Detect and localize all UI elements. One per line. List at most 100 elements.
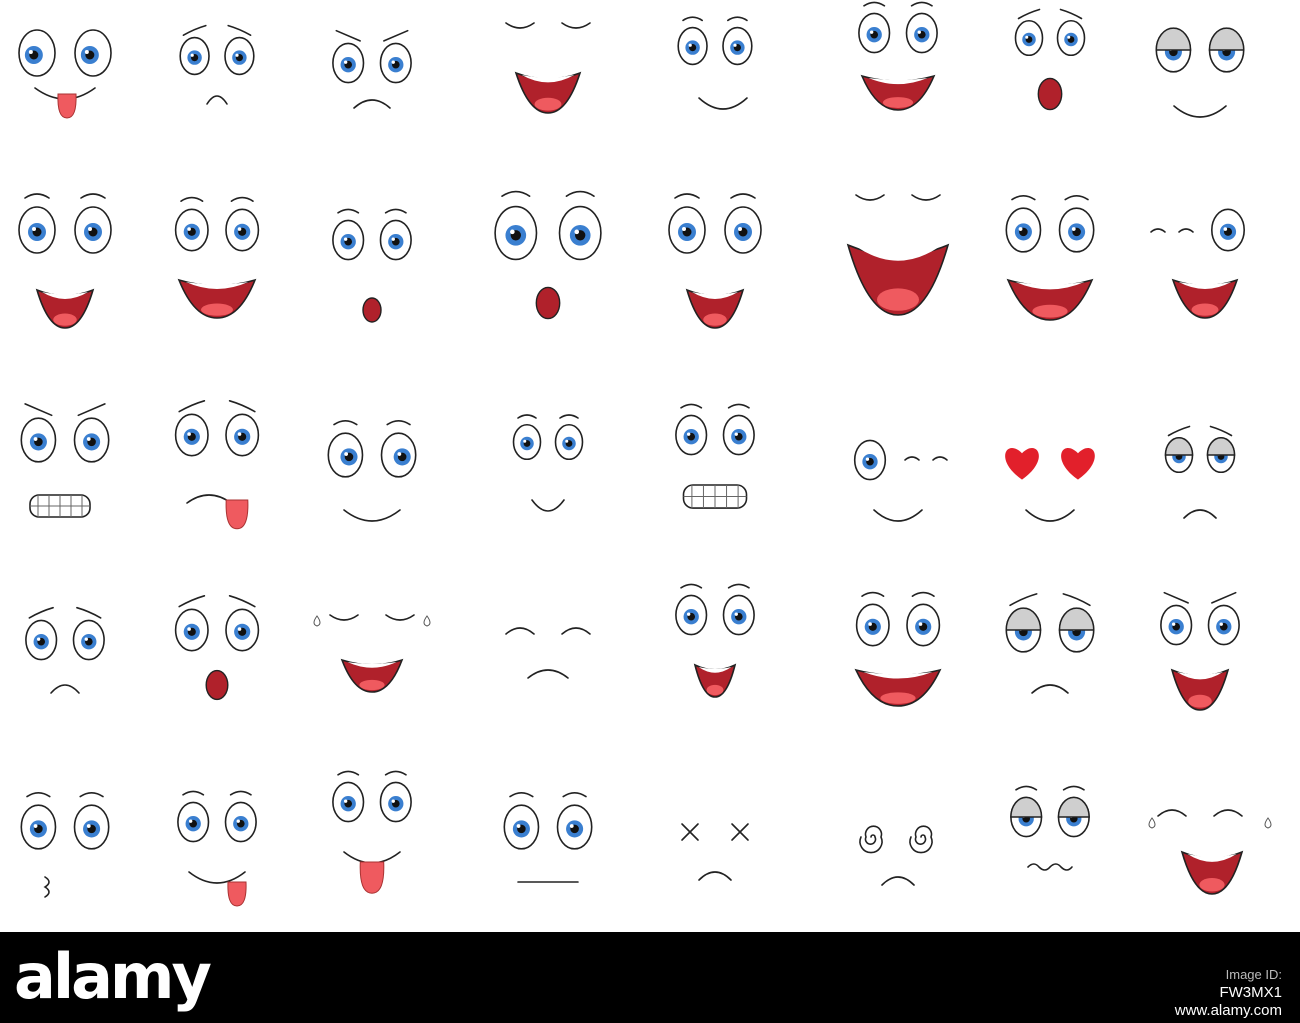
eye-shine [391,799,395,803]
eye-shine [1025,35,1029,39]
face-kissy [20,792,110,898]
left-brow [28,606,54,619]
eye-shine [869,30,874,34]
right-brow [386,420,411,426]
right-brow [384,208,407,214]
frown-line [50,684,80,694]
smile-line [1173,105,1227,118]
face-big-grin [1005,195,1095,321]
left-brow [509,792,534,798]
eye-shine [343,237,348,241]
right-brow [727,16,748,22]
eye-shine [236,819,240,823]
tear-drop [423,615,431,627]
eyelid [1206,437,1236,456]
kiss-lips [43,876,50,898]
face-in-love [1005,448,1095,522]
eye-shine [686,612,691,616]
face-grumpy [332,29,412,109]
tongue [1199,878,1225,892]
face-sad-closed [505,627,591,679]
closed-eye [561,22,591,29]
o-mouth [535,286,561,320]
frown-line [206,95,228,105]
eye-shine [391,60,395,64]
left-brow [501,190,531,197]
face-amazed [494,190,602,320]
image-id: FW3MX1 [1219,984,1282,1001]
closed-eye [1150,228,1166,233]
eye-shine [917,30,921,34]
eye-shine [688,43,692,47]
left-brow [1017,8,1041,20]
face-sleepy-sad [1005,593,1095,694]
tear-drop [1264,817,1272,829]
eye-shine [36,637,41,641]
eye-shine [32,227,36,231]
eye-shine [865,457,870,461]
right-brow [1064,195,1089,201]
left-brow [178,595,206,608]
left-brow [863,1,886,7]
eye-shine [734,432,738,436]
tongue [880,692,916,704]
frown-line [1031,684,1069,694]
face-dizzy [859,825,933,886]
smile-line [343,509,401,522]
closed-eye [1213,809,1243,817]
right-brow [911,591,935,597]
face-surprised-o [332,208,412,323]
eye-shine [733,43,737,47]
eye-shine [187,432,191,436]
right-brow [910,1,933,7]
closed-eye [904,456,920,461]
eye-shine [1223,227,1228,231]
right-brow [562,792,587,798]
eye-shine [397,452,402,456]
left-brow [1163,591,1189,604]
face-crying-shout [313,614,431,693]
tongue [1032,304,1068,318]
tongue [1188,694,1212,708]
alamy-logo: alamy [14,940,212,1013]
eye-shine [86,437,91,441]
face-wink-grin [1150,208,1246,319]
x-eye [731,823,749,841]
right-brow [229,790,252,796]
face-shocked [1014,8,1086,111]
frown-line [1183,509,1217,519]
left-brow [178,400,206,413]
eye-shine [86,824,91,828]
spiral-eye [909,825,933,854]
left-brow [1011,195,1036,201]
left-brow [682,16,703,22]
face-confused-tongue [174,595,260,701]
face-tongue-out [332,770,412,894]
smile-line [343,851,401,864]
face-nervous [1010,785,1090,871]
tear-drop [313,615,321,627]
closed-eye [1178,228,1194,233]
face-wink-smile [853,439,948,522]
eye-shine [565,439,569,443]
face-tired-smile [1155,27,1245,118]
left-brow [674,193,700,199]
smile-line [873,509,923,522]
eye-shine [88,227,92,231]
right-brow [727,583,750,589]
eye-shine [738,227,742,231]
smile-line [1025,509,1075,522]
eye-shine [734,612,738,616]
face-cross-eyed-smile [327,420,417,522]
face-happy-open [18,193,112,329]
image-id-label: Image ID: [1225,967,1282,982]
eye-shine [1067,35,1071,39]
right-brow [1062,593,1091,607]
eye-shine [190,53,194,57]
closed-eye [385,614,415,621]
right-brow [77,403,106,417]
right-brow [1062,785,1085,791]
face-tongue [18,29,112,119]
face-worried [179,24,255,105]
left-brow [680,403,703,409]
